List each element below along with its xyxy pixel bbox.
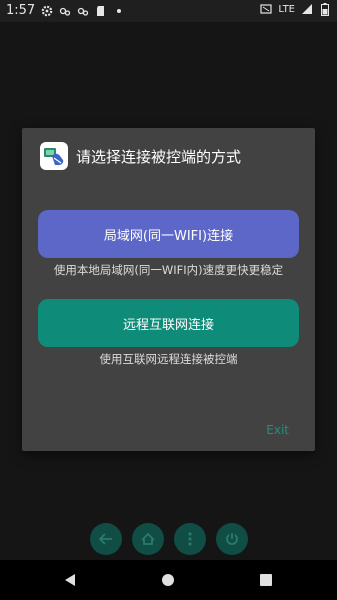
dialog-title: 请选择连接被控端的方式 xyxy=(76,147,242,166)
status-time: 1:57 xyxy=(6,3,36,18)
battery-icon xyxy=(319,2,331,16)
dialog-header: 请选择连接被控端的方式 xyxy=(40,142,241,170)
back-arrow-icon[interactable] xyxy=(90,523,122,555)
lan-connect-button[interactable]: 局域网(同一WIFI)连接 xyxy=(38,210,299,258)
sd-card-icon xyxy=(95,5,107,17)
system-nav-bar xyxy=(0,560,337,600)
sync-icon xyxy=(59,5,71,17)
remote-control-app-icon xyxy=(40,142,68,170)
status-bar: 1:57 LTE xyxy=(0,0,337,22)
exit-button[interactable]: Exit xyxy=(266,423,289,437)
bottom-control-bar xyxy=(90,523,248,555)
home-icon[interactable] xyxy=(132,523,164,555)
power-icon[interactable] xyxy=(216,523,248,555)
signal-icon xyxy=(301,3,313,15)
nav-recent-icon[interactable] xyxy=(258,572,274,588)
remote-connect-label: 远程互联网连接 xyxy=(122,317,214,333)
remote-connect-button[interactable]: 远程互联网连接 xyxy=(38,299,299,347)
nav-back-icon[interactable] xyxy=(62,572,78,588)
nav-home-icon[interactable] xyxy=(160,572,176,588)
connection-method-dialog: 请选择连接被控端的方式 局域网(同一WIFI)连接 使用本地局域网(同一WIFI… xyxy=(22,128,315,451)
gear-icon xyxy=(41,5,53,17)
lan-connect-label: 局域网(同一WIFI)连接 xyxy=(103,228,234,244)
network-type: LTE xyxy=(278,3,295,15)
cast-icon xyxy=(260,3,272,15)
dot-icon xyxy=(113,5,125,17)
lan-hint: 使用本地局域网(同一WIFI内)速度更快更稳定 xyxy=(53,263,284,277)
remote-hint: 使用互联网远程连接被控端 xyxy=(99,352,238,366)
sync-icon xyxy=(77,5,89,17)
more-vert-icon[interactable] xyxy=(174,523,206,555)
